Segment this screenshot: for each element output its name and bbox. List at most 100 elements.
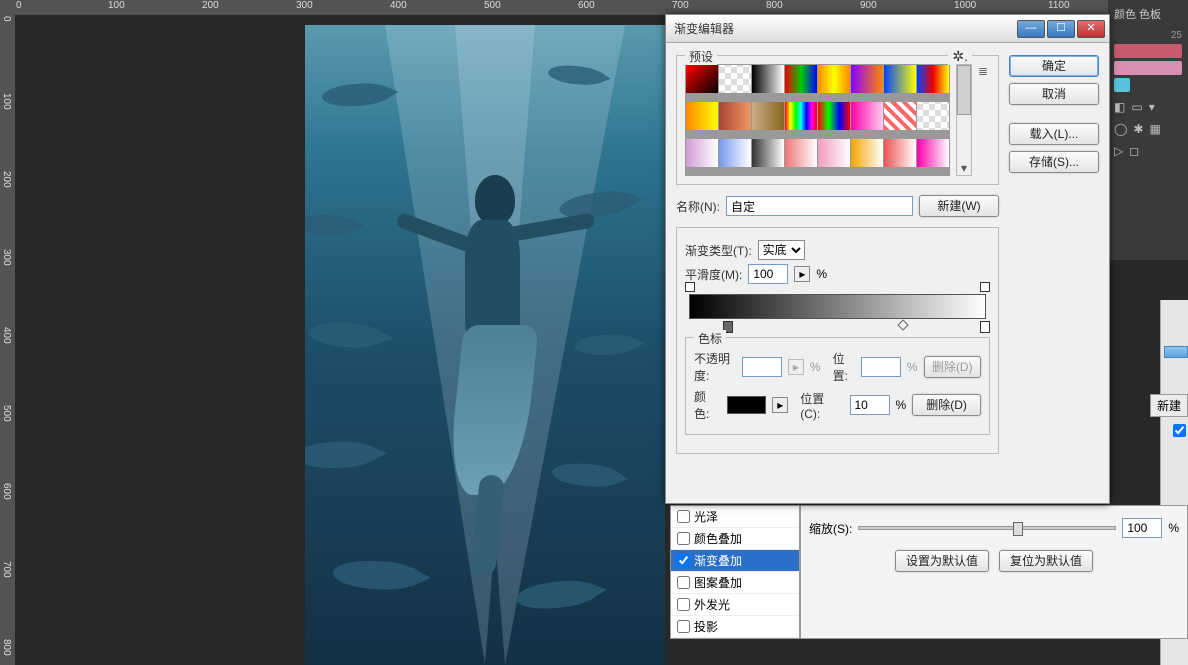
scale-slider[interactable] bbox=[858, 526, 1116, 530]
preset-swatch[interactable] bbox=[818, 65, 850, 93]
preset-swatch[interactable] bbox=[785, 65, 817, 93]
opacity-dropdown-icon: ▸ bbox=[788, 359, 804, 375]
scale-value[interactable] bbox=[1122, 518, 1162, 538]
preset-swatch[interactable] bbox=[851, 102, 883, 130]
ring-icon[interactable]: ◯ bbox=[1114, 122, 1127, 136]
blue-button-hint[interactable] bbox=[1164, 346, 1188, 358]
grid-icon[interactable]: ▦ bbox=[1150, 122, 1161, 136]
gradient-bar[interactable] bbox=[689, 294, 986, 319]
color-stop-right[interactable] bbox=[980, 321, 990, 333]
fx-item-outer-glow[interactable]: 外发光 bbox=[671, 594, 799, 616]
fx-item-gradient-overlay[interactable]: 渐变叠加 bbox=[671, 550, 799, 572]
color-swatch[interactable] bbox=[1114, 44, 1182, 58]
preset-swatch[interactable] bbox=[686, 65, 718, 93]
opacity-stop-right[interactable] bbox=[980, 282, 990, 292]
document-canvas[interactable] bbox=[305, 25, 665, 665]
presets-scrollbar[interactable]: ▴ ▾ bbox=[956, 64, 972, 176]
chevron-down-icon[interactable]: ▾ bbox=[1149, 100, 1155, 114]
preset-swatch[interactable] bbox=[884, 65, 916, 93]
presets-fieldset: 预设 ✲. ▴ ▾ ≣ bbox=[676, 55, 999, 185]
layer-style-options: 缩放(S): % 设置为默认值 复位为默认值 bbox=[800, 505, 1188, 639]
fx-checkbox[interactable] bbox=[677, 620, 690, 633]
reset-default-button[interactable]: 复位为默认值 bbox=[999, 550, 1093, 572]
preset-swatch[interactable] bbox=[917, 139, 949, 167]
color-group-icon[interactable]: ✱ bbox=[1133, 122, 1143, 136]
stops-fieldset: 色标 不透明度: ▸ % 位置: % 删除(D) 颜色: bbox=[685, 337, 990, 435]
fx-checkbox[interactable] bbox=[677, 576, 690, 589]
cancel-button[interactable]: 取消 bbox=[1009, 83, 1099, 105]
preset-swatch[interactable] bbox=[917, 65, 949, 93]
preset-swatch[interactable] bbox=[752, 65, 784, 93]
maximize-button[interactable]: ☐ bbox=[1047, 20, 1075, 38]
fx-checkbox[interactable] bbox=[677, 532, 690, 545]
stops-label: 色标 bbox=[694, 330, 726, 347]
ok-button[interactable]: 确定 bbox=[1009, 55, 1099, 77]
color-swatches-panel: 颜色 色板 25 ◧ ▭ ▾ ◯ ✱ ▦ ▷ ◻ bbox=[1108, 0, 1188, 260]
color-swatch[interactable] bbox=[1114, 61, 1182, 75]
opacity-label: 不透明度: bbox=[694, 350, 736, 384]
delete-stop-button-1: 删除(D) bbox=[924, 356, 981, 378]
position-input-2[interactable] bbox=[850, 395, 890, 415]
name-input[interactable] bbox=[726, 196, 913, 216]
load-button[interactable]: 载入(L)... bbox=[1009, 123, 1099, 145]
checkbox-hint[interactable] bbox=[1173, 424, 1186, 440]
fx-item-pattern-overlay[interactable]: 图案叠加 bbox=[671, 572, 799, 594]
fx-item-color-overlay[interactable]: 颜色叠加 bbox=[671, 528, 799, 550]
name-label: 名称(N): bbox=[676, 198, 720, 215]
preset-swatch[interactable] bbox=[686, 139, 718, 167]
figure-silhouette bbox=[415, 145, 565, 575]
delete-stop-button-2[interactable]: 删除(D) bbox=[912, 394, 981, 416]
preset-swatch[interactable] bbox=[851, 65, 883, 93]
new-button[interactable]: 新建(W) bbox=[919, 195, 999, 217]
smoothness-input[interactable] bbox=[748, 264, 788, 284]
gear-icon[interactable]: ✲. bbox=[948, 48, 972, 65]
adjustments-icon[interactable]: ◧ bbox=[1114, 100, 1125, 114]
scrollbar-thumb[interactable] bbox=[957, 65, 971, 115]
color-dropdown-icon[interactable]: ▸ bbox=[772, 397, 788, 413]
minimize-button[interactable]: — bbox=[1017, 20, 1045, 38]
midpoint-diamond[interactable] bbox=[897, 319, 908, 330]
fx-checkbox[interactable] bbox=[677, 510, 690, 523]
gradient-type-select[interactable]: 实底 bbox=[758, 240, 805, 260]
dropdown-arrow-icon[interactable]: ▸ bbox=[794, 266, 810, 282]
square-icon[interactable]: ◻ bbox=[1129, 144, 1139, 158]
preset-swatch[interactable] bbox=[752, 102, 784, 130]
color-swatch[interactable] bbox=[1114, 78, 1130, 92]
preset-swatch[interactable] bbox=[785, 139, 817, 167]
panel-tabs[interactable]: 颜色 色板 bbox=[1114, 6, 1182, 22]
preset-swatch[interactable] bbox=[719, 139, 751, 167]
preset-swatch[interactable] bbox=[752, 139, 784, 167]
preset-swatch[interactable] bbox=[686, 102, 718, 130]
preset-swatch[interactable] bbox=[851, 139, 883, 167]
preset-swatch[interactable] bbox=[818, 102, 850, 130]
dialog-titlebar[interactable]: 渐变编辑器 — ☐ ✕ bbox=[666, 15, 1109, 43]
color-swatch-picker[interactable] bbox=[727, 396, 766, 414]
set-default-button[interactable]: 设置为默认值 bbox=[895, 550, 989, 572]
fx-item-drop-shadow[interactable]: 投影 bbox=[671, 616, 799, 638]
preset-swatch[interactable] bbox=[818, 139, 850, 167]
fx-checkbox[interactable] bbox=[677, 598, 690, 611]
triangle-icon[interactable]: ▷ bbox=[1114, 144, 1123, 158]
preset-swatch[interactable] bbox=[785, 102, 817, 130]
smoothness-label: 平滑度(M): bbox=[685, 266, 742, 283]
preset-swatch[interactable] bbox=[884, 102, 916, 130]
fx-checkbox[interactable] bbox=[677, 554, 690, 567]
color-label: 颜色: bbox=[694, 388, 721, 422]
close-button[interactable]: ✕ bbox=[1077, 20, 1105, 38]
presets-menu-icon[interactable]: ≣ bbox=[978, 64, 990, 176]
mask-icon[interactable]: ▭ bbox=[1131, 100, 1142, 114]
dialog-title: 渐变编辑器 bbox=[674, 20, 1017, 37]
preset-swatch[interactable] bbox=[719, 102, 751, 130]
preset-swatch[interactable] bbox=[917, 102, 949, 130]
position-input-1 bbox=[861, 357, 901, 377]
gradient-editor-dialog: 渐变编辑器 — ☐ ✕ 预设 ✲. ▴ ▾ ≣ bbox=[665, 14, 1110, 504]
scale-label: 缩放(S): bbox=[809, 520, 852, 537]
fx-item-sheen[interactable]: 光泽 bbox=[671, 506, 799, 528]
preset-swatch[interactable] bbox=[719, 65, 751, 93]
opacity-stop-left[interactable] bbox=[685, 282, 695, 292]
presets-label: 预设 bbox=[685, 48, 717, 65]
save-button[interactable]: 存储(S)... bbox=[1009, 151, 1099, 173]
preset-swatch[interactable] bbox=[884, 139, 916, 167]
position-label: 位置: bbox=[833, 350, 855, 384]
new-gradient-hint[interactable]: 新建 bbox=[1150, 394, 1188, 417]
